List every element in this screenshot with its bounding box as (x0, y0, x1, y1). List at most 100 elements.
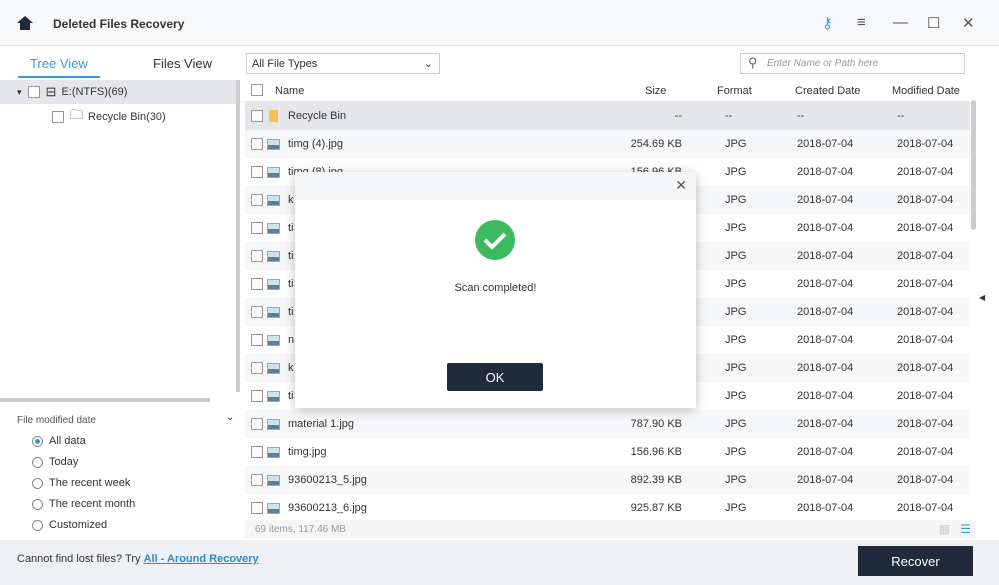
file-format: -- (725, 110, 733, 122)
tree-item-recycle-bin[interactable]: 🗀 Recycle Bin(30) (0, 105, 240, 129)
chevron-down-icon[interactable]: ⌄ (226, 412, 234, 423)
all-around-recovery-link[interactable]: All - Around Recovery (144, 553, 259, 565)
tree-label: Recycle Bin(30) (88, 111, 166, 123)
checkbox[interactable] (251, 166, 263, 178)
file-name: 93600213_5.jpg (288, 474, 367, 486)
modified-date: 2018-07-04 (897, 446, 954, 458)
table-row[interactable]: Recycle Bin -- -- -- -- (245, 102, 970, 130)
table-row[interactable]: timg (4).jpg 254.69 KB JPG 2018-07-04 2018-0… (245, 130, 970, 158)
file-type-select[interactable]: All File Types ⌄ (246, 53, 440, 74)
close-icon[interactable]: ✕ (962, 14, 975, 32)
file-format: JPG (725, 418, 747, 430)
column-name[interactable]: Name (275, 85, 304, 97)
list-view-icon[interactable]: ☰ (960, 522, 971, 536)
status-bar: 69 items, 117.46 MB ▦ ☰ (245, 520, 975, 538)
checkbox[interactable] (251, 278, 263, 290)
chevron-down-icon: ⌄ (423, 58, 433, 70)
home-icon[interactable] (16, 14, 34, 32)
modified-date: 2018-07-04 (897, 222, 954, 234)
radio-button[interactable] (32, 435, 43, 447)
tab-files-view[interactable]: Files View (153, 56, 212, 71)
ok-button[interactable]: OK (447, 363, 543, 391)
file-name: ti (288, 250, 294, 262)
column-created[interactable]: Created Date (795, 85, 860, 97)
column-modified[interactable]: Modified Date (892, 85, 960, 97)
image-file-icon (267, 475, 280, 486)
created-date: 2018-07-04 (797, 446, 854, 458)
item-count: 69 items, 117.46 MB (255, 524, 346, 535)
radio-label: Today (49, 456, 79, 468)
hint-text: Cannot find lost files? Try All - Around… (17, 553, 259, 565)
checkbox[interactable] (27, 86, 40, 98)
checkbox[interactable] (251, 334, 263, 346)
tree-item-drive[interactable]: ▾ ⊟ E:(NTFS)(69) (0, 80, 240, 104)
checkbox[interactable] (251, 194, 263, 206)
tree-scrollbar[interactable] (236, 80, 240, 392)
grid-view-icon[interactable]: ▦ (939, 522, 950, 536)
expand-icon[interactable]: ▾ (17, 87, 22, 98)
checkbox[interactable] (251, 446, 263, 458)
created-date: 2018-07-04 (797, 502, 854, 514)
checkbox[interactable] (251, 222, 263, 234)
close-icon[interactable]: ✕ (675, 177, 687, 194)
tab-tree-view[interactable]: Tree View (18, 56, 100, 78)
file-format: JPG (725, 334, 747, 346)
radio-recent-month[interactable]: The recent month (32, 498, 135, 510)
folder-icon (269, 110, 278, 122)
checkbox[interactable] (251, 138, 263, 150)
radio-all-data[interactable]: All data (32, 435, 86, 447)
collapse-arrow-icon[interactable]: ◀ (979, 293, 985, 302)
image-file-icon (267, 391, 280, 402)
maximize-icon[interactable]: ☐ (927, 14, 940, 32)
radio-today[interactable]: Today (32, 456, 78, 468)
image-file-icon (267, 223, 280, 234)
minimize-icon[interactable]: — (893, 14, 908, 31)
radio-customized[interactable]: Customized (32, 519, 107, 531)
modified-date: 2018-07-04 (897, 362, 954, 374)
key-icon[interactable]: ⚷ (822, 14, 833, 32)
radio-recent-week[interactable]: The recent week (32, 477, 130, 489)
list-vscrollbar[interactable] (971, 100, 976, 230)
table-row[interactable]: material 1.jpg 787.90 KB JPG 2018-07-04 2018… (245, 410, 970, 438)
success-check-icon (475, 220, 515, 260)
table-row[interactable]: 93600213_6.jpg 925.87 KB JPG 2018-07-04 2018… (245, 494, 970, 515)
table-row[interactable]: timg.jpg 156.96 KB JPG 2018-07-04 2018-07-04 (245, 438, 970, 466)
dialog-message: Scan completed! (454, 282, 537, 294)
modified-date: 2018-07-04 (897, 306, 954, 318)
menu-icon[interactable]: ≡ (857, 14, 866, 31)
image-file-icon (267, 419, 280, 430)
checkbox[interactable] (251, 362, 263, 374)
app-title: Deleted Files Recovery (53, 17, 185, 31)
file-name: ti (288, 278, 294, 290)
search-placeholder: Enter Name or Path here (767, 58, 879, 69)
file-format: JPG (725, 166, 747, 178)
checkbox[interactable] (52, 111, 64, 123)
select-all-checkbox[interactable] (251, 84, 263, 96)
file-name: ti (288, 390, 294, 402)
file-format: JPG (725, 362, 747, 374)
checkbox[interactable] (251, 474, 263, 486)
radio-label: The recent month (49, 498, 136, 510)
search-input[interactable]: ⚲ Enter Name or Path here (740, 53, 965, 74)
checkbox[interactable] (251, 502, 263, 514)
checkbox[interactable] (251, 306, 263, 318)
tree-hscrollbar[interactable] (0, 398, 210, 402)
radio-button[interactable] (32, 519, 43, 531)
modified-date: -- (897, 110, 905, 122)
checkbox[interactable] (251, 250, 263, 262)
checkbox[interactable] (251, 110, 263, 122)
radio-button[interactable] (32, 477, 43, 489)
column-format[interactable]: Format (717, 85, 752, 97)
table-row[interactable]: 93600213_5.jpg 892.39 KB JPG 2018-07-04 2018… (245, 466, 970, 494)
file-size: 787.90 KB (630, 418, 682, 430)
file-name: k (288, 362, 294, 374)
file-name: 93600213_6.jpg (288, 502, 367, 514)
radio-button[interactable] (32, 456, 43, 468)
scan-complete-dialog: ✕ Scan completed! OK (295, 172, 696, 408)
checkbox[interactable] (251, 390, 263, 402)
radio-button[interactable] (32, 498, 43, 510)
recover-button[interactable]: Recover (858, 546, 973, 576)
modified-date: 2018-07-04 (897, 250, 954, 262)
checkbox[interactable] (251, 418, 263, 430)
column-size[interactable]: Size (645, 85, 666, 97)
